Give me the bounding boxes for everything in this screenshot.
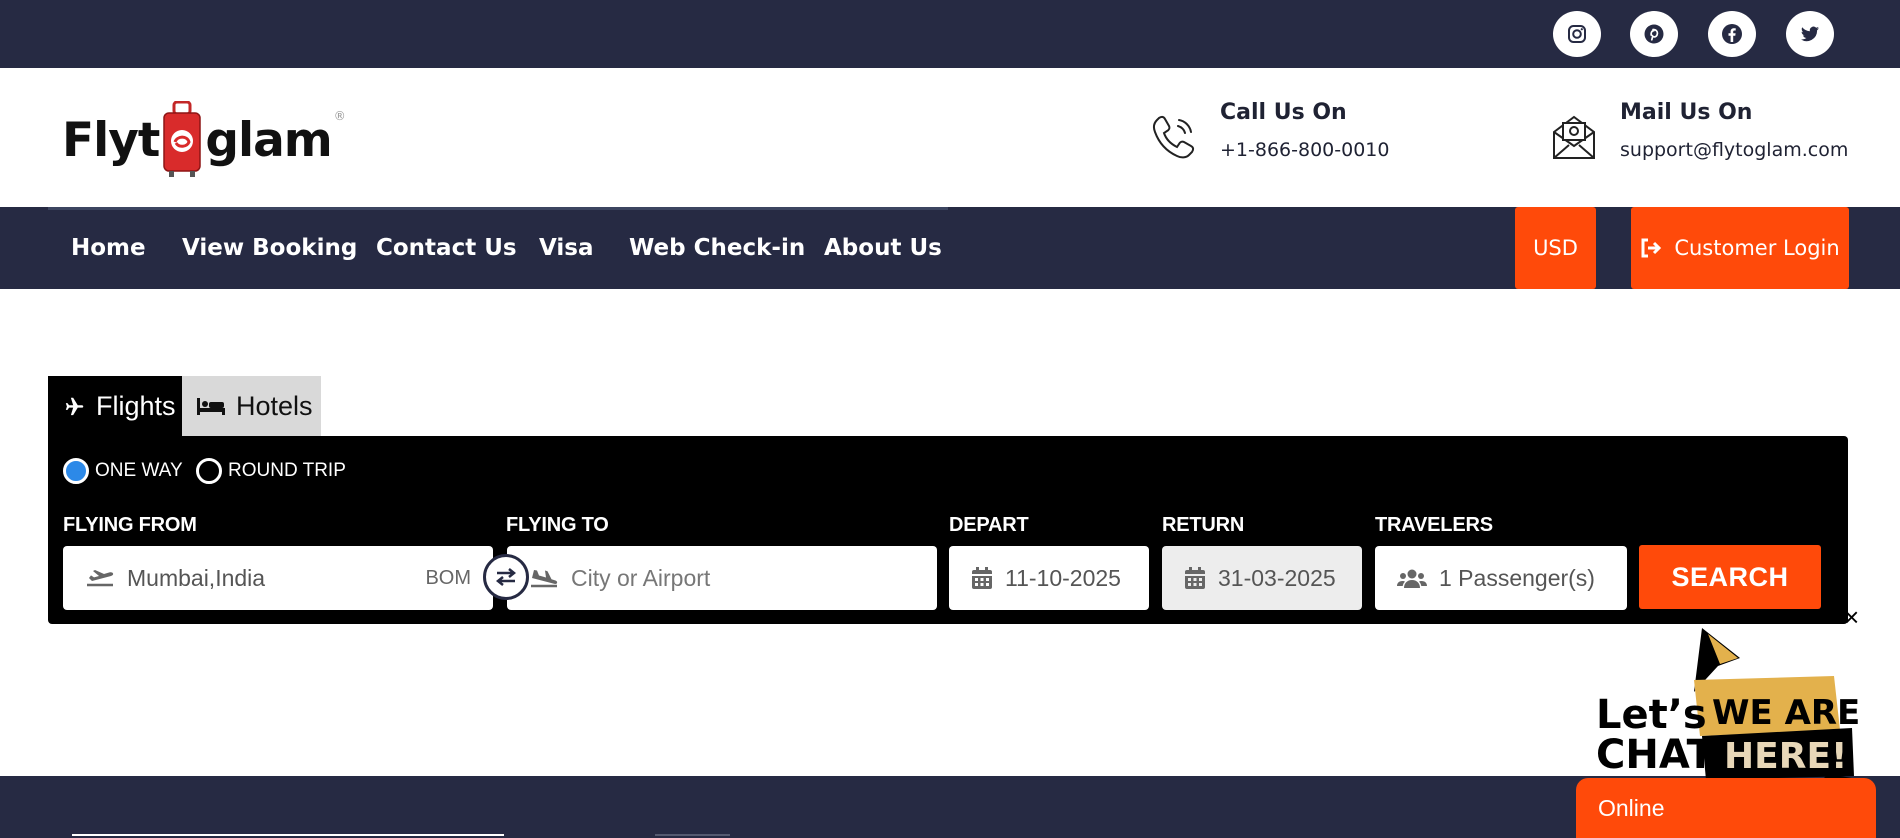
flying-from-value: Mumbai,India <box>127 564 266 591</box>
radio-round-trip-indicator <box>196 458 222 484</box>
facebook-icon[interactable] <box>1708 11 1756 57</box>
twitter-icon[interactable] <box>1786 11 1834 57</box>
flying-to-input[interactable]: City or Airport <box>507 546 937 610</box>
tab-hotels[interactable]: Hotels <box>182 376 321 436</box>
flying-from-input[interactable]: Mumbai,India BOM <box>63 546 493 610</box>
tab-flights[interactable]: Flights <box>48 376 182 436</box>
phone-number[interactable]: +1-866-800-0010 <box>1220 139 1389 161</box>
call-us-block: Call Us On +1-866-800-0010 <box>1148 100 1389 164</box>
footer-divider <box>655 834 730 836</box>
nav-home[interactable]: Home <box>71 235 146 261</box>
site-header: Flyt glam ® Call Us On +1-866-800-0010 M… <box>0 68 1900 208</box>
flytoglam-logo[interactable]: Flyt glam ® <box>62 98 346 182</box>
customer-login-button[interactable]: Customer Login <box>1631 207 1849 289</box>
envelope-icon <box>1553 115 1595 159</box>
depart-label: DEPART <box>949 514 1029 536</box>
currency-button[interactable]: USD <box>1515 207 1596 289</box>
users-icon <box>1397 569 1427 588</box>
flight-search-panel: ONE WAY ROUND TRIP FLYING FROM FLYING TO… <box>48 436 1848 624</box>
sign-in-icon <box>1641 238 1662 258</box>
bed-icon <box>197 398 225 415</box>
swap-airports-button[interactable] <box>483 554 529 600</box>
top-social-bar <box>0 0 1900 68</box>
travelers-label: TRAVELERS <box>1375 514 1493 536</box>
customer-login-label: Customer Login <box>1674 236 1840 260</box>
suitcase-logo-icon <box>161 100 203 179</box>
landing-icon <box>531 570 558 588</box>
call-us-title: Call Us On <box>1220 100 1347 125</box>
radio-round-trip-label: ROUND TRIP <box>228 460 346 481</box>
mail-us-title: Mail Us On <box>1620 100 1753 125</box>
tab-flights-label: Flights <box>96 390 176 421</box>
travelers-value: 1 Passenger(s) <box>1439 564 1595 591</box>
radio-one-way-label: ONE WAY <box>95 460 183 481</box>
phone-icon <box>1152 115 1195 159</box>
nav-visa[interactable]: Visa <box>539 235 594 261</box>
mail-us-block: Mail Us On support@flytoglam.com <box>1548 100 1848 164</box>
registered-mark: ® <box>333 109 346 123</box>
logo-text-right: glam <box>205 112 332 168</box>
nav-contact-us[interactable]: Contact Us <box>376 235 517 261</box>
flying-from-label: FLYING FROM <box>63 514 197 536</box>
flying-from-airport-code: BOM <box>425 566 471 589</box>
pinterest-icon[interactable] <box>1630 11 1678 57</box>
chat-text-here: HERE! <box>1724 736 1847 777</box>
radio-one-way-indicator <box>63 458 89 484</box>
depart-date-value: 11-10-2025 <box>1005 564 1121 591</box>
chat-online-bar[interactable]: Online <box>1576 778 1876 838</box>
search-button[interactable]: SEARCH <box>1639 545 1821 609</box>
logo-text-left: Flyt <box>62 112 160 168</box>
chat-close-button[interactable]: × <box>1844 604 1859 630</box>
return-date-value: 31-03-2025 <box>1218 564 1336 591</box>
nav-view-booking[interactable]: View Booking <box>182 235 357 261</box>
footer-divider <box>72 834 504 836</box>
radio-round-trip[interactable]: ROUND TRIP <box>196 458 346 484</box>
calendar-icon <box>972 567 992 589</box>
takeoff-icon <box>87 570 114 587</box>
currency-label: USD <box>1533 236 1578 260</box>
search-button-label: SEARCH <box>1671 561 1789 592</box>
instagram-icon[interactable] <box>1553 11 1601 57</box>
main-navbar: Home View Booking Contact Us Visa Web Ch… <box>0 207 1900 289</box>
travelers-input[interactable]: 1 Passenger(s) <box>1375 546 1627 610</box>
flying-to-label: FLYING TO <box>506 514 609 536</box>
chat-text-we-are: WE ARE <box>1712 693 1860 733</box>
return-label: RETURN <box>1162 514 1245 536</box>
calendar-icon <box>1185 567 1205 589</box>
chat-text-chat: CHAT! <box>1596 732 1732 778</box>
flying-to-placeholder: City or Airport <box>571 564 711 591</box>
plane-icon <box>65 397 84 416</box>
depart-date-input[interactable]: 11-10-2025 <box>949 546 1149 610</box>
return-date-input[interactable]: 31-03-2025 <box>1162 546 1362 610</box>
swap-arrows-icon <box>495 568 517 586</box>
tab-hotels-label: Hotels <box>236 390 313 421</box>
nav-web-check-in[interactable]: Web Check-in <box>629 235 805 261</box>
radio-one-way[interactable]: ONE WAY <box>63 458 183 484</box>
navbar-divider <box>48 207 948 210</box>
email-address[interactable]: support@flytoglam.com <box>1620 139 1848 161</box>
chat-status-label: Online <box>1598 794 1665 821</box>
nav-about-us[interactable]: About Us <box>824 235 942 261</box>
